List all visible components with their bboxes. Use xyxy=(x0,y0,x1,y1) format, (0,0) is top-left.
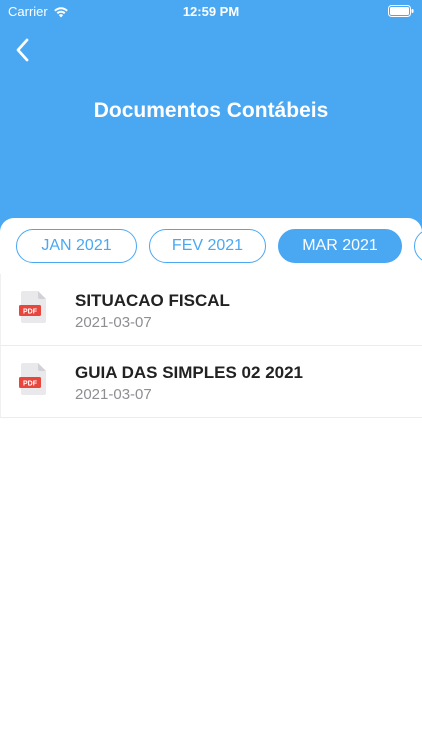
document-title: SITUACAO FISCAL xyxy=(75,291,230,310)
pdf-file-icon: PDF xyxy=(19,291,46,323)
pdf-badge-label: PDF xyxy=(23,381,38,388)
status-time: 12:59 PM xyxy=(182,4,240,19)
document-row[interactable]: PDF GUIA DAS SIMPLES 02 2021 2021-03-07 xyxy=(0,346,422,418)
tab-label: JAN 2021 xyxy=(41,237,112,254)
document-list: PDF SITUACAO FISCAL 2021-03-07 PDF GUIA … xyxy=(0,274,422,418)
page-title: Documentos Contábeis xyxy=(93,99,329,122)
tab-jan-2021[interactable]: JAN 2021 xyxy=(16,229,137,263)
tab-next-month[interactable] xyxy=(414,229,422,263)
month-tabs: JAN 2021 FEV 2021 MAR 2021 xyxy=(0,229,422,265)
content-card: JAN 2021 FEV 2021 MAR 2021 PDF SITUACAO … xyxy=(0,218,422,750)
tab-label: MAR 2021 xyxy=(302,237,378,254)
back-button[interactable] xyxy=(10,34,38,66)
document-row[interactable]: PDF SITUACAO FISCAL 2021-03-07 xyxy=(0,274,422,346)
pdf-file-icon: PDF xyxy=(19,363,46,395)
chevron-left-icon xyxy=(16,38,29,62)
tab-fev-2021[interactable]: FEV 2021 xyxy=(149,229,266,263)
document-title: GUIA DAS SIMPLES 02 2021 xyxy=(75,363,304,382)
header: Carrier 12:59 PM Documentos Contábeis xyxy=(0,0,422,240)
tab-mar-2021[interactable]: MAR 2021 xyxy=(278,229,402,263)
tab-label: FEV 2021 xyxy=(171,237,244,254)
document-date: 2021-03-07 xyxy=(75,314,152,331)
status-bar: Carrier 12:59 PM xyxy=(0,0,422,24)
battery-icon xyxy=(388,5,414,17)
document-date: 2021-03-07 xyxy=(75,386,152,403)
pdf-badge-label: PDF xyxy=(23,309,38,316)
